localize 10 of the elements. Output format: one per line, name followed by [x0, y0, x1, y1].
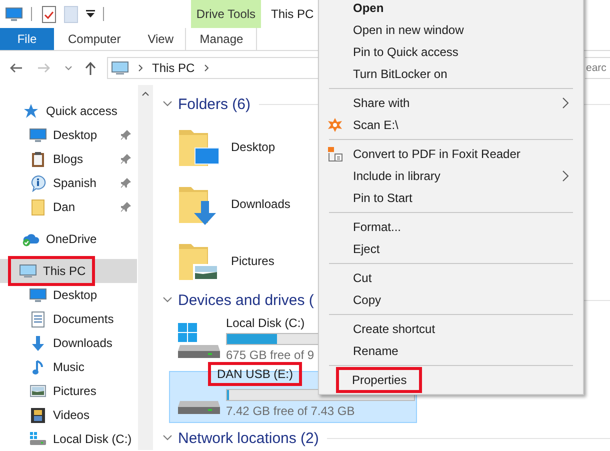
context-tab-group: Drive Tools — [191, 0, 261, 28]
highlight-frame: Properties — [336, 367, 422, 393]
free-space-text: 7.42 GB free of 7.43 GB — [226, 404, 355, 418]
window-title: This PC — [271, 7, 314, 21]
nav-item-label: This PC — [43, 264, 86, 278]
nav-item-label: OneDrive — [46, 232, 97, 246]
drive-name: Local Disk (C:) — [226, 316, 305, 330]
drive-name: DAN USB (E:) — [208, 362, 302, 386]
nav-item-label: Quick access — [46, 104, 118, 118]
free-space-text: 675 GB free of 9 — [226, 348, 314, 362]
